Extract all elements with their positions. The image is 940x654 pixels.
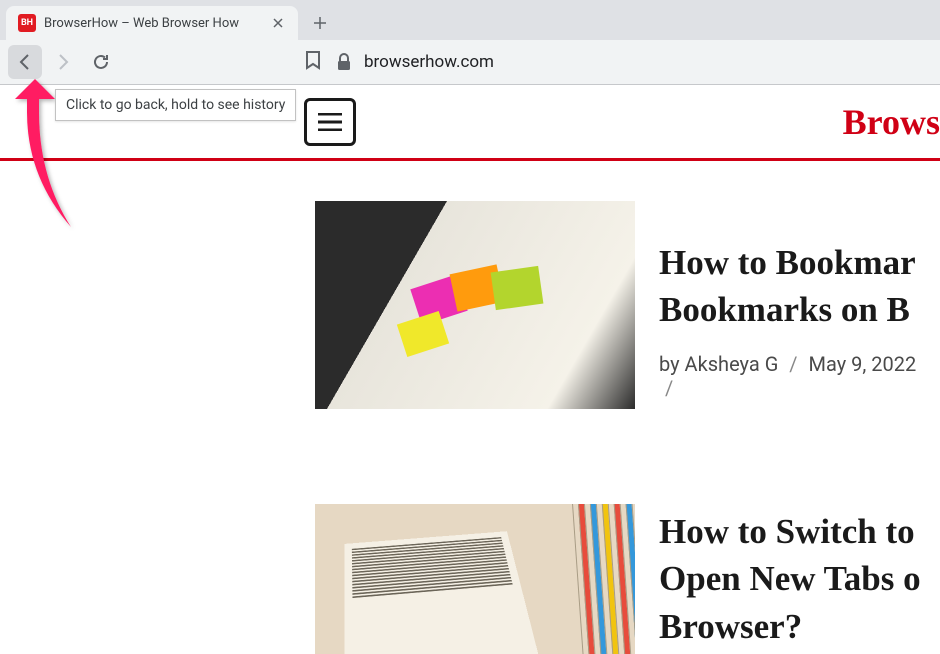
reload-icon [91, 52, 111, 72]
sticky-note-icon [491, 266, 544, 310]
menu-button[interactable] [304, 98, 356, 146]
separator: / [789, 352, 797, 376]
forward-button[interactable] [46, 45, 80, 79]
tab-title: BrowserHow – Web Browser How [44, 16, 262, 31]
article-thumbnail[interactable] [315, 504, 635, 654]
back-button-tooltip: Click to go back, hold to see history [55, 89, 296, 121]
site-logo[interactable]: Brows [843, 101, 940, 143]
article-meta: by Aksheya G / May 9, 2022 / [659, 352, 940, 400]
back-button[interactable] [8, 45, 42, 79]
article-item: How to Bookmar Bookmarks on B by Aksheya… [315, 201, 940, 409]
browser-chrome: BH BrowserHow – Web Browser How browserh… [0, 0, 940, 85]
article-title[interactable]: How to Switch to Open New Tabs o Browser… [659, 508, 921, 650]
article-thumbnail[interactable] [315, 201, 635, 409]
book-fan-graphic [572, 504, 635, 654]
article-list: How to Bookmar Bookmarks on B by Aksheya… [0, 161, 940, 654]
separator: / [665, 376, 673, 400]
page-content: Brows How to Bookmar Bookmarks on B by A… [0, 85, 940, 654]
bookmark-zone [122, 50, 332, 74]
book-page-graphic [344, 531, 544, 654]
bookmark-button[interactable] [304, 50, 322, 74]
article-info: How to Switch to Open New Tabs o Browser… [659, 504, 921, 650]
title-line: How to Bookmar [659, 243, 916, 282]
lock-icon [336, 53, 352, 71]
address-bar: browserhow.com [0, 40, 940, 84]
by-label: by [659, 352, 685, 376]
article-item: How to Switch to Open New Tabs o Browser… [315, 504, 940, 654]
browser-tab[interactable]: BH BrowserHow – Web Browser How [6, 6, 298, 40]
title-line: Browser? [659, 607, 802, 646]
url-text: browserhow.com [364, 52, 494, 72]
tab-close-button[interactable] [270, 15, 286, 31]
new-tab-button[interactable] [306, 9, 334, 37]
article-date: May 9, 2022 [809, 352, 917, 376]
tab-favicon: BH [18, 14, 36, 32]
close-icon [273, 18, 283, 28]
title-line: Bookmarks on B [659, 290, 910, 329]
title-line: How to Switch to [659, 512, 915, 551]
title-line: Open New Tabs o [659, 559, 921, 598]
reload-button[interactable] [84, 45, 118, 79]
tab-bar: BH BrowserHow – Web Browser How [0, 0, 940, 40]
url-zone[interactable]: browserhow.com [336, 52, 494, 72]
article-info: How to Bookmar Bookmarks on B by Aksheya… [659, 201, 940, 400]
plus-icon [313, 16, 327, 30]
bookmark-icon [304, 50, 322, 70]
forward-arrow-icon [54, 53, 72, 71]
article-author[interactable]: Aksheya G [685, 352, 779, 376]
hamburger-icon [318, 113, 342, 131]
back-arrow-icon [16, 53, 34, 71]
article-title[interactable]: How to Bookmar Bookmarks on B [659, 239, 940, 334]
